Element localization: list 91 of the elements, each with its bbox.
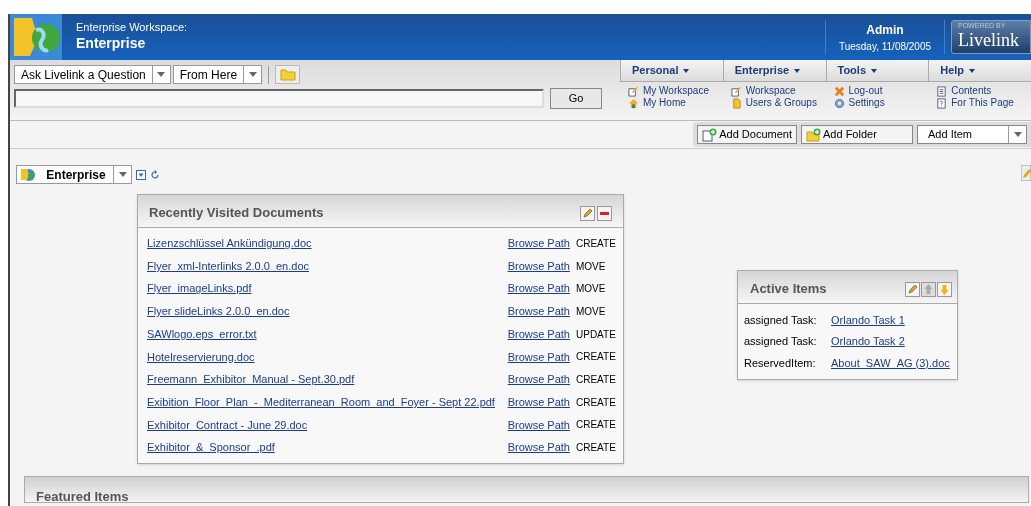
action-label: CREATE <box>575 372 614 387</box>
action-label: UPDATE <box>575 327 614 342</box>
caret-icon <box>871 68 877 73</box>
action-label: CREATE <box>575 441 614 456</box>
document-link[interactable]: Exibition_Floor_Plan_-_Mediterranean_Room_and_Foyer - Sept 22.pdf <box>147 393 508 411</box>
item-link[interactable]: Orlando Task 2 <box>831 333 905 350</box>
cross-icon <box>833 85 845 97</box>
add-folder-icon <box>806 127 821 142</box>
browse-path-link[interactable]: Browse Path <box>507 235 570 252</box>
caret-icon <box>794 68 801 73</box>
remove-icon[interactable] <box>597 205 612 221</box>
browse-path-link[interactable]: Browse Path <box>507 371 570 388</box>
caret-icon <box>683 68 690 73</box>
menu-link[interactable]: My Workspace <box>628 85 723 97</box>
gear-icon <box>833 97 845 109</box>
action-label: CREATE <box>575 350 614 365</box>
recent-documents-panel: Recently Visited Documents Lizenzschlüssel Ankündigung.doc Browse Path CREATE Flyer_xml-Interlinks 2.0.0_en.doc Browse Path MOVE Flyer_imageLinks.pdf Browse Path MOVE Flyer slideLinks 2.0.0_en.doc Browse Path MOVE SAWlogo.eps_error.txt Browse Path UPDATE Hotelreservierung.doc Browse Path CREATE Freemann_Exhibitor_Manual - Sept.30.pdf Browse Path CREATE Exibition_Floor_Plan_-_Mediterranean_Room_and_Foyer - Sept 22.pdf Browse Path CREATE Exhibitor_Contract - June 29.doc Browse Path CREATE Exhibitor_&_Sponsor_.pdf Browse Path CREATE <box>137 194 624 464</box>
menu-button[interactable]: Personal <box>620 60 723 82</box>
refresh-icon[interactable] <box>150 169 160 180</box>
document-link[interactable]: Hotelreservierung.doc <box>147 348 508 366</box>
add-folder-button[interactable]: Add Folder <box>801 125 913 144</box>
edit-icon[interactable] <box>905 281 920 297</box>
browse-path-link[interactable]: Browse Path <box>507 280 570 297</box>
current-date: Tuesday, 11/08/2005 <box>838 39 932 54</box>
workspace-icon <box>20 167 36 182</box>
caret-icon <box>118 172 127 177</box>
document-link[interactable]: Flyer slideLinks 2.0.0_en.doc <box>147 303 508 320</box>
menu-button[interactable]: Enterprise <box>722 60 826 82</box>
menu-link[interactable]: Workspace <box>730 85 826 97</box>
home-icon <box>628 97 639 109</box>
menu-button[interactable]: Tools <box>825 60 929 82</box>
header-title: Enterprise <box>76 34 147 52</box>
active-items-panel: Active Items assigned Task: Orlando Task 1 assigned Task: Orlando Task 2 ReservedItem: About_SAW_AG (3).doc <box>737 270 958 380</box>
add-document-icon <box>702 127 718 142</box>
document-link[interactable]: SAWlogo.eps_error.txt <box>147 325 508 343</box>
edit-icon[interactable] <box>1021 165 1031 181</box>
browse-path-link[interactable]: Browse Path <box>507 325 570 343</box>
go-button[interactable]: Go <box>550 88 602 109</box>
logo-icon <box>10 14 62 60</box>
menu-link[interactable]: For This Page <box>936 97 1031 109</box>
caret-icon <box>1013 132 1022 137</box>
browse-path-link[interactable]: Browse Path <box>507 416 570 434</box>
user-name: Admin <box>866 21 904 39</box>
document-icon <box>730 97 742 109</box>
document-link[interactable]: Flyer_xml-Interlinks 2.0.0_en.doc <box>147 257 508 275</box>
help-icon <box>936 97 948 109</box>
add-item-dropdown[interactable]: Add Item <box>917 125 1027 144</box>
edit-icon[interactable] <box>580 205 595 221</box>
down-arrow-icon[interactable] <box>937 281 952 297</box>
item-link[interactable]: About_SAW_AG (3).doc <box>831 354 950 371</box>
menu-link[interactable]: My Home <box>628 97 723 109</box>
menu-link[interactable]: Users & Groups <box>730 97 826 109</box>
browse-path-link[interactable]: Browse Path <box>507 257 570 275</box>
browse-path-link[interactable]: Browse Path <box>507 393 570 411</box>
caret-icon <box>157 72 166 77</box>
action-label: CREATE <box>575 395 614 410</box>
menu-link[interactable]: Settings <box>833 97 929 109</box>
search-field[interactable] <box>14 89 544 108</box>
document-link[interactable]: Freemann_Exhibitor_Manual - Sept.30.pdf <box>147 371 508 388</box>
featured-items-panel: Featured Items <box>24 476 1029 503</box>
item-type-label: assigned Task: <box>744 334 818 349</box>
header-subtitle: Enterprise Workspace: <box>76 21 189 34</box>
document-link[interactable]: Lizenzschlüssel Ankündigung.doc <box>147 235 508 252</box>
search-scope-dropdown[interactable]: Ask Livelink a Question <box>14 65 171 84</box>
action-label: MOVE <box>575 259 607 274</box>
location-dropdown[interactable]: Enterprise <box>16 165 132 184</box>
item-type-label: ReservedItem: <box>744 355 817 371</box>
search-location-dropdown[interactable]: From Here <box>172 65 263 84</box>
action-label: MOVE <box>575 304 607 319</box>
add-document-button[interactable]: Add Document <box>697 125 797 144</box>
browse-path-link[interactable]: Browse Path <box>507 303 570 320</box>
menu-link[interactable]: Contents <box>936 85 1031 97</box>
document-link[interactable]: Flyer_imageLinks.pdf <box>147 280 508 297</box>
up-arrow-icon[interactable] <box>921 281 936 297</box>
browse-path-link[interactable]: Browse Path <box>507 348 570 366</box>
item-link[interactable]: Orlando Task 1 <box>831 311 905 328</box>
document-link[interactable]: Exhibitor_&_Sponsor_.pdf <box>147 439 508 456</box>
action-label: CREATE <box>575 236 614 251</box>
browse-path-link[interactable]: Browse Path <box>507 439 570 456</box>
action-label: CREATE <box>575 418 614 433</box>
list-icon <box>936 85 948 97</box>
item-type-label: assigned Task: <box>744 312 818 328</box>
edit-icon <box>730 85 742 97</box>
menu-button[interactable]: Help <box>928 60 1031 82</box>
menu-icon[interactable] <box>136 169 146 180</box>
document-link[interactable]: Exhibitor_Contract - June 29.doc <box>147 416 508 434</box>
edit-icon <box>628 85 639 97</box>
caret-icon <box>969 68 976 73</box>
menu-link[interactable]: Log-out <box>833 85 929 97</box>
caret-icon <box>248 72 257 77</box>
action-label: MOVE <box>575 282 607 297</box>
